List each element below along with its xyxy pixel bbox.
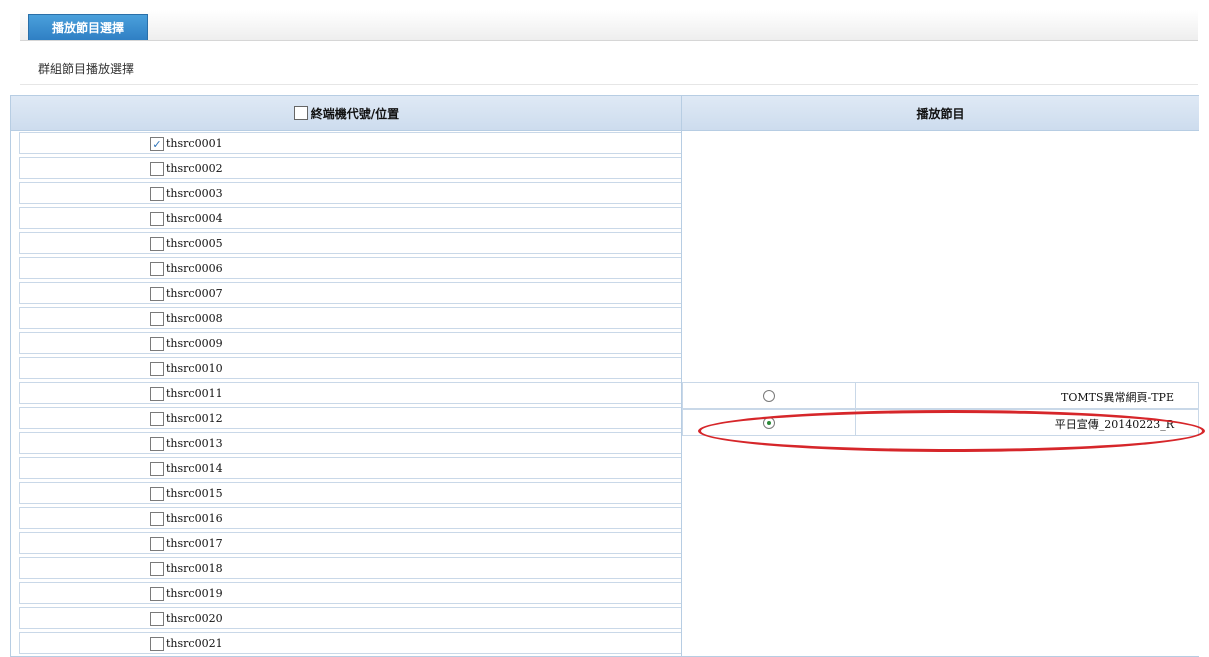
terminal-header-label: 終端機代號/位置 — [310, 106, 400, 121]
terminal-code: thsrc0005 — [166, 237, 223, 250]
program-header: 播放節目 — [682, 96, 1199, 131]
terminal-row: thsrc0009 — [19, 332, 682, 354]
terminal-row: thsrc0007 — [19, 282, 682, 304]
terminal-checkbox[interactable] — [150, 637, 164, 651]
terminal-checkbox[interactable] — [150, 237, 164, 251]
terminal-checkbox[interactable] — [150, 387, 164, 401]
terminal-row: thsrc0006 — [19, 257, 682, 279]
tab-bar: 播放節目選擇 — [20, 10, 1198, 41]
terminal-checkbox[interactable] — [150, 362, 164, 376]
terminal-checkbox[interactable] — [150, 487, 164, 501]
terminal-row: thsrc0019 — [19, 582, 682, 604]
divider — [20, 84, 1198, 85]
program-row: TOMTS異常網頁-TPE — [682, 382, 1199, 409]
terminal-code: thsrc0009 — [166, 337, 223, 350]
terminal-code: thsrc0013 — [166, 437, 223, 450]
terminal-code: thsrc0011 — [166, 387, 223, 400]
terminal-row: thsrc0002 — [19, 157, 682, 179]
terminal-row: thsrc0012 — [19, 407, 682, 429]
terminal-code: thsrc0020 — [166, 612, 223, 625]
terminal-checkbox[interactable] — [150, 412, 164, 426]
terminal-row: ✓ thsrc0001 — [19, 132, 682, 154]
terminal-code: thsrc0002 — [166, 162, 223, 175]
terminal-table: 終端機代號/位置 ✓ thsrc0001 thsrc0002 thsrc0003 ths… — [10, 95, 682, 657]
terminal-code: thsrc0010 — [166, 362, 223, 375]
terminal-checkbox[interactable] — [150, 262, 164, 276]
terminal-code: thsrc0006 — [166, 262, 223, 275]
terminal-code: thsrc0016 — [166, 512, 223, 525]
terminal-row: thsrc0004 — [19, 207, 682, 229]
terminal-header: 終端機代號/位置 — [11, 96, 682, 131]
terminal-code: thsrc0018 — [166, 562, 223, 575]
terminal-checkbox[interactable] — [150, 512, 164, 526]
terminal-code: thsrc0019 — [166, 587, 223, 600]
terminal-code: thsrc0015 — [166, 487, 223, 500]
terminal-code: thsrc0007 — [166, 287, 223, 300]
terminal-code: thsrc0021 — [166, 637, 223, 650]
section-title: 群組節目播放選擇 — [38, 62, 135, 76]
terminal-code: thsrc0001 — [166, 137, 223, 150]
terminal-checkbox[interactable] — [150, 162, 164, 176]
terminal-checkbox[interactable] — [150, 562, 164, 576]
terminal-row: thsrc0016 — [19, 507, 682, 529]
terminal-row: thsrc0014 — [19, 457, 682, 479]
terminal-checkbox[interactable] — [150, 537, 164, 551]
program-header-label: 播放節目 — [916, 106, 965, 121]
highlight-ring-annotation — [698, 410, 1205, 452]
terminal-code: thsrc0012 — [166, 412, 223, 425]
program-table: 播放節目 TOMTS異常網頁-TPE 平日宣傳_20140223_R — [681, 95, 1199, 657]
terminal-code: thsrc0017 — [166, 537, 223, 550]
terminal-row: thsrc0003 — [19, 182, 682, 204]
terminal-checkbox[interactable] — [150, 287, 164, 301]
terminal-row: thsrc0011 — [19, 382, 682, 404]
terminal-code: thsrc0003 — [166, 187, 223, 200]
terminal-checkbox[interactable] — [150, 337, 164, 351]
terminal-row: thsrc0015 — [19, 482, 682, 504]
terminal-row: thsrc0021 — [19, 632, 682, 654]
tab-program-selection[interactable]: 播放節目選擇 — [28, 14, 148, 40]
terminal-row: thsrc0008 — [19, 307, 682, 329]
program-name: TOMTS異常網頁-TPE — [1061, 391, 1174, 404]
select-all-checkbox[interactable] — [293, 106, 308, 120]
terminal-checkbox[interactable] — [150, 612, 164, 626]
terminal-row: thsrc0005 — [19, 232, 682, 254]
terminal-checkbox[interactable]: ✓ — [150, 137, 164, 151]
terminal-code: thsrc0014 — [166, 462, 223, 475]
terminal-checkbox[interactable] — [150, 437, 164, 451]
program-radio[interactable] — [763, 390, 775, 402]
terminal-row: thsrc0010 — [19, 357, 682, 379]
terminal-row: thsrc0017 — [19, 532, 682, 554]
terminal-row: thsrc0020 — [19, 607, 682, 629]
terminal-code: thsrc0004 — [166, 212, 223, 225]
terminal-checkbox[interactable] — [150, 462, 164, 476]
terminal-code: thsrc0008 — [166, 312, 223, 325]
terminal-checkbox[interactable] — [150, 187, 164, 201]
terminal-checkbox[interactable] — [150, 587, 164, 601]
terminal-row: thsrc0018 — [19, 557, 682, 579]
terminal-row: thsrc0013 — [19, 432, 682, 454]
terminal-checkbox[interactable] — [150, 312, 164, 326]
program-radio-cell — [683, 383, 856, 408]
terminal-checkbox[interactable] — [150, 212, 164, 226]
